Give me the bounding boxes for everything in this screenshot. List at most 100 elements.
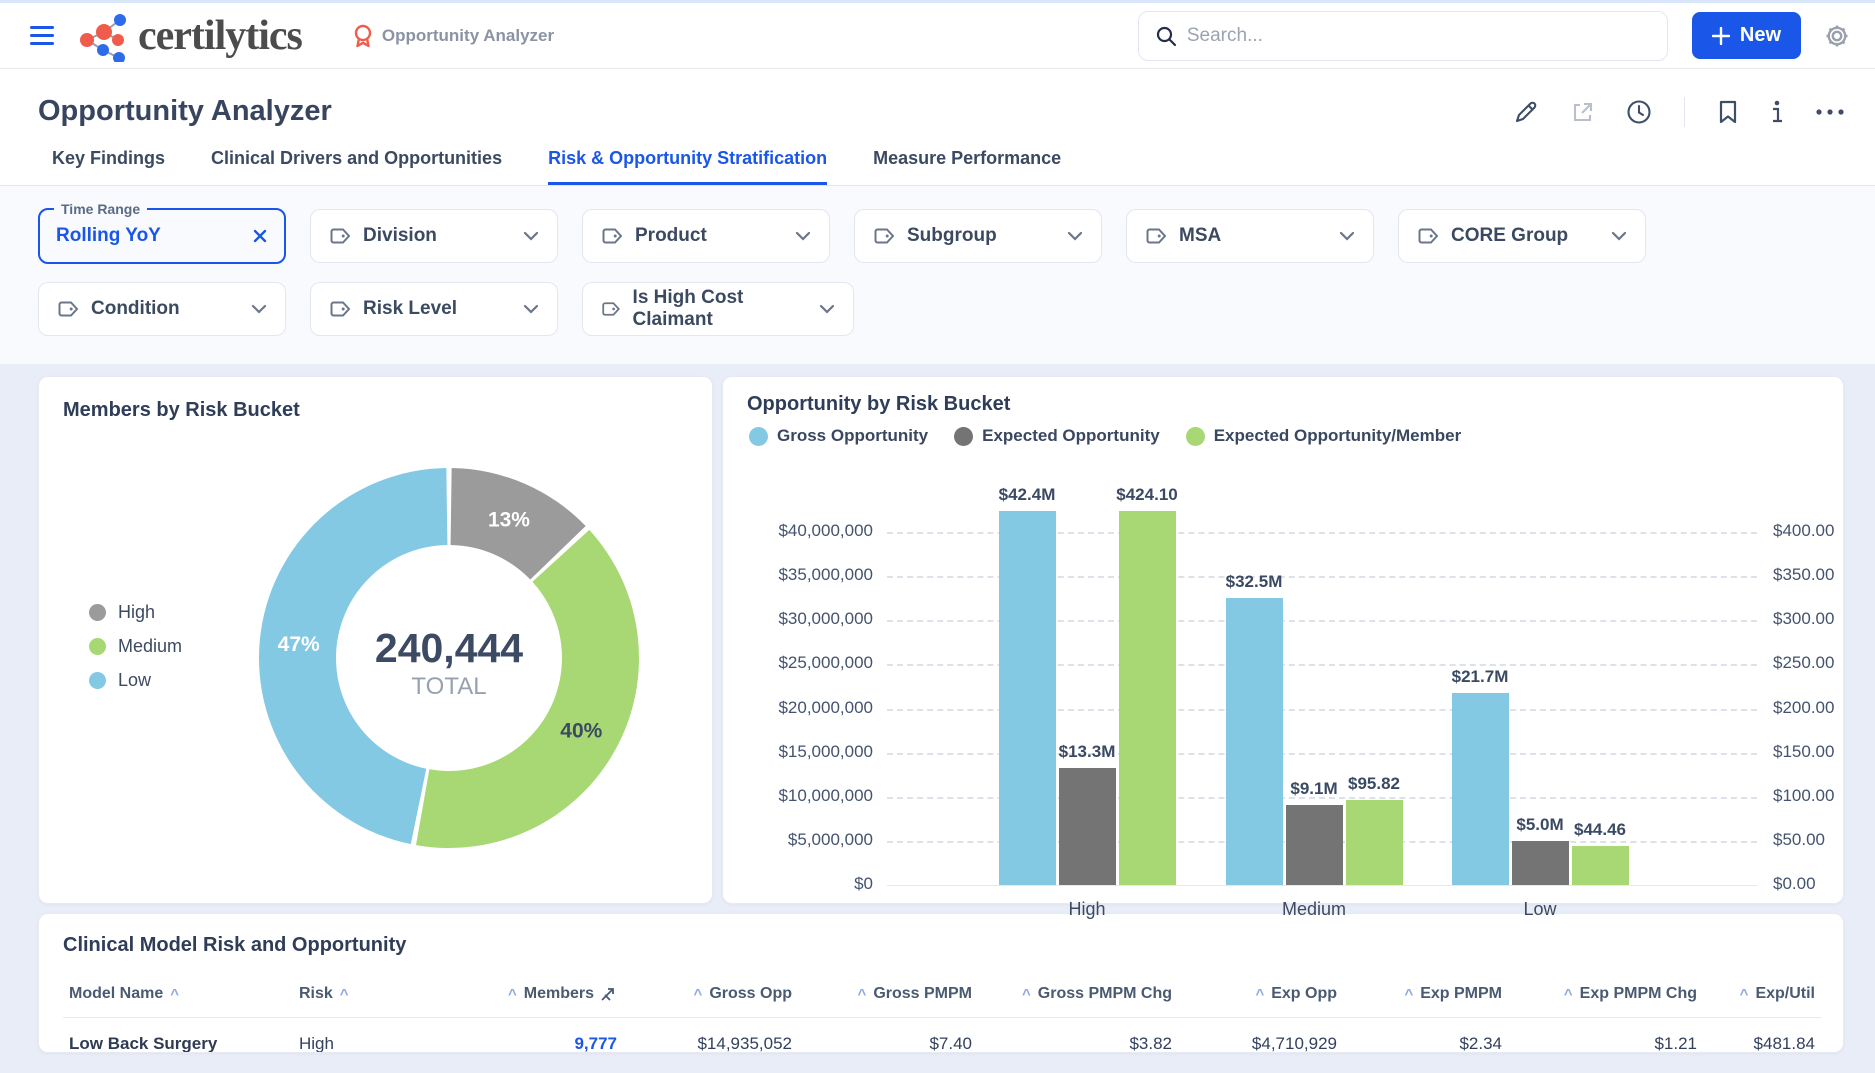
bar-high-0[interactable] [999, 511, 1056, 885]
filter-subgroup[interactable]: Subgroup [854, 209, 1102, 263]
right-axis-tick: $250.00 [1773, 653, 1834, 673]
column-header-members[interactable]: ^Members [438, 973, 623, 1018]
filter-division[interactable]: Division [310, 209, 558, 263]
left-axis-tick: $5,000,000 [747, 830, 873, 850]
column-header-model-name[interactable]: Model Name^ [63, 973, 293, 1018]
bar-medium-2[interactable] [1346, 800, 1403, 885]
column-header-risk[interactable]: Risk^ [293, 973, 438, 1018]
settings-gear-icon[interactable] [1823, 22, 1851, 50]
sort-caret-icon[interactable]: ^ [1564, 986, 1573, 1003]
legend-label: Expected Opportunity [982, 426, 1160, 446]
left-axis-tick: $10,000,000 [747, 786, 873, 806]
filter-msa[interactable]: MSA [1126, 209, 1374, 263]
search-box [1138, 11, 1668, 61]
tag-icon [1417, 227, 1439, 245]
left-axis-tick: $30,000,000 [747, 609, 873, 629]
breadcrumb[interactable]: Opportunity Analyzer [352, 24, 554, 48]
legend-dot [89, 672, 106, 689]
bar-card-title: Opportunity by Risk Bucket [747, 393, 1819, 416]
column-label: Exp Opp [1271, 985, 1337, 1003]
new-button-label: New [1740, 24, 1781, 47]
filter-label: CORE Group [1451, 225, 1568, 247]
chevron-down-icon [819, 304, 835, 314]
filter-product[interactable]: Product [582, 209, 830, 263]
info-icon[interactable] [1771, 99, 1783, 125]
legend-item-expected-opportunity-member[interactable]: Expected Opportunity/Member [1186, 426, 1461, 446]
sort-caret-icon[interactable]: ^ [508, 986, 517, 1003]
legend-item-expected-opportunity[interactable]: Expected Opportunity [954, 426, 1160, 446]
chevron-down-icon [795, 231, 811, 241]
legend-dot [749, 427, 768, 446]
table-body: Low Back SurgeryHigh9,777$14,935,052$7.4… [63, 1018, 1821, 1054]
bar-high-2[interactable] [1119, 511, 1176, 885]
more-ellipsis-icon[interactable] [1815, 108, 1845, 116]
filter-risk-level[interactable]: Risk Level [310, 282, 558, 336]
bar-value-label: $9.1M [1290, 779, 1337, 799]
column-label: Gross Opp [709, 985, 792, 1003]
cell-exp-util: $481.84 [1703, 1018, 1821, 1054]
clear-time-range-icon[interactable] [252, 228, 268, 244]
tab-clinical-drivers[interactable]: Clinical Drivers and Opportunities [211, 148, 502, 185]
column-header-gross-pmpm[interactable]: ^Gross PMPM [798, 973, 978, 1018]
column-header-exp-util[interactable]: ^Exp/Util [1703, 973, 1821, 1018]
column-header-gross-pmpm-chg[interactable]: ^Gross PMPM Chg [978, 973, 1178, 1018]
column-header-gross-opp[interactable]: ^ Gross Opp [623, 973, 798, 1018]
bar-medium-1[interactable] [1286, 805, 1343, 885]
bar-low-2[interactable] [1572, 846, 1629, 885]
donut-total-value: 240,444 [375, 625, 523, 671]
time-range-filter[interactable]: Time Range Rolling YoY [38, 208, 286, 264]
sort-caret-icon[interactable]: ^ [340, 986, 349, 1003]
cell-risk: High [293, 1018, 438, 1054]
right-axis-tick: $400.00 [1773, 521, 1834, 541]
legend-label: High [118, 602, 155, 623]
legend-label: Low [118, 670, 151, 691]
legend-item-gross-opportunity[interactable]: Gross Opportunity [749, 426, 928, 446]
bar-medium-0[interactable] [1226, 598, 1283, 885]
bar-value-label: $32.5M [1226, 572, 1283, 592]
left-axis-tick: $40,000,000 [747, 521, 873, 541]
open-external-icon[interactable] [1570, 100, 1594, 124]
sort-caret-icon[interactable]: ^ [170, 986, 179, 1003]
right-axis-tick: $100.00 [1773, 786, 1834, 806]
header-row: Model Name^Risk^^Members^Gross Opp^Gross… [63, 973, 1821, 1018]
search-input[interactable] [1187, 25, 1651, 47]
new-button[interactable]: New [1692, 12, 1801, 59]
bar-low-1[interactable] [1512, 841, 1569, 885]
legend-label: Gross Opportunity [777, 426, 928, 446]
bar-high-1[interactable] [1059, 768, 1116, 885]
column-label: Exp PMPM Chg [1580, 985, 1697, 1003]
bar-low-0[interactable] [1452, 693, 1509, 885]
legend-item-medium[interactable]: Medium [89, 636, 182, 657]
filter-is-high-cost-claimant[interactable]: Is High Cost Claimant [582, 282, 854, 336]
tab-risk-opportunity-stratification[interactable]: Risk & Opportunity Stratification [548, 148, 827, 185]
filter-core-group[interactable]: CORE Group [1398, 209, 1646, 263]
history-clock-icon[interactable] [1626, 99, 1652, 125]
cell-exp-opp: $4,710,929 [1178, 1018, 1343, 1054]
tab-key-findings[interactable]: Key Findings [52, 148, 165, 185]
cell-members[interactable]: 9,777 [438, 1018, 623, 1054]
filter-condition[interactable]: Condition [38, 282, 286, 336]
edit-pencil-icon[interactable] [1514, 100, 1538, 124]
legend-item-low[interactable]: Low [89, 670, 182, 691]
sort-caret-icon[interactable]: ^ [1255, 986, 1264, 1003]
sort-caret-icon[interactable]: ^ [1022, 986, 1031, 1003]
menu-icon[interactable] [30, 26, 54, 45]
chevron-down-icon [523, 304, 539, 314]
brand-logo[interactable]: certilytics [76, 10, 302, 62]
tag-icon [873, 227, 895, 245]
category-label-medium: Medium [1244, 899, 1384, 920]
bookmark-icon[interactable] [1717, 99, 1739, 125]
legend-dot [89, 604, 106, 621]
sort-caret-icon[interactable]: ^ [858, 986, 867, 1003]
tab-measure-performance[interactable]: Measure Performance [873, 148, 1061, 185]
legend-item-high[interactable]: High [89, 602, 182, 623]
time-range-value: Rolling YoY [56, 225, 161, 247]
column-header-exp-pmpm-chg[interactable]: ^ Exp PMPM Chg [1508, 973, 1703, 1018]
column-header-exp-opp[interactable]: ^ Exp Opp [1178, 973, 1343, 1018]
filter-label: Condition [91, 298, 180, 320]
sort-caret-icon[interactable]: ^ [1404, 986, 1413, 1003]
sort-caret-icon[interactable]: ^ [694, 986, 703, 1003]
sort-caret-icon[interactable]: ^ [1740, 986, 1749, 1003]
column-header-exp-pmpm[interactable]: ^Exp PMPM [1343, 973, 1508, 1018]
donut-chart: 13%40%47%240,444TOTAL [254, 463, 644, 858]
